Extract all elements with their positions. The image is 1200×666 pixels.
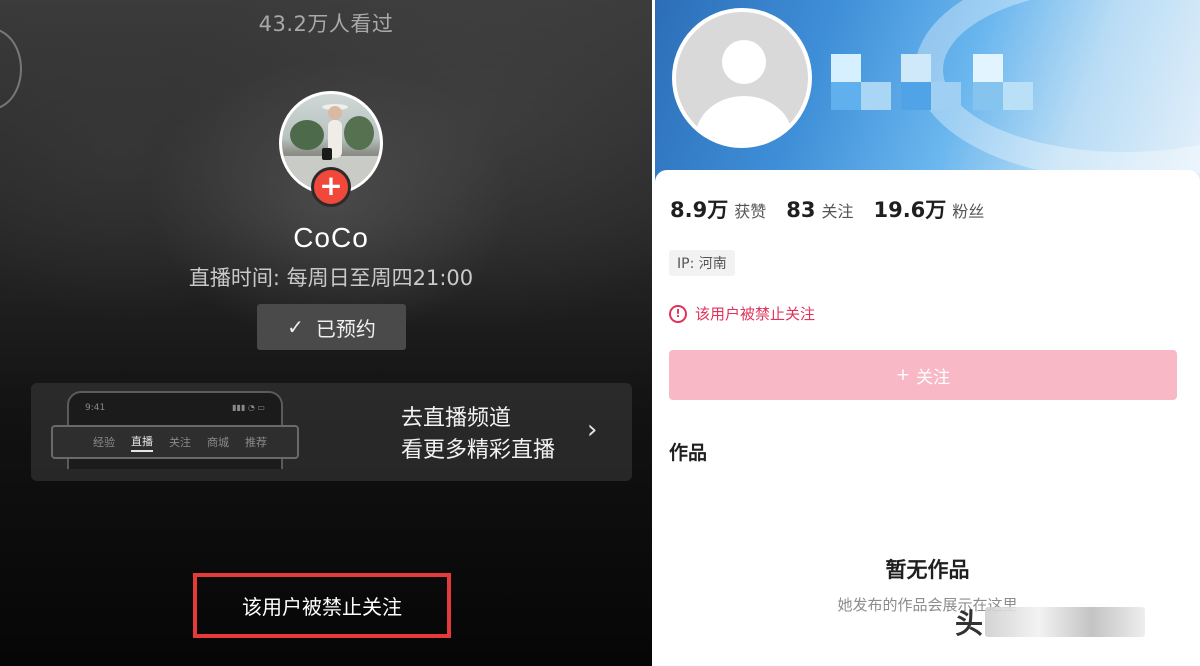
ban-notice-text: 该用户被禁止关注 (695, 305, 816, 323)
reserved-button[interactable]: ✓ 已预约 (257, 304, 406, 350)
phone-tab-bar: 经验 直播 关注 商城 推荐 (51, 425, 299, 459)
viewer-count: 43.2万人看过 (258, 12, 394, 36)
follow-plus-icon[interactable]: + (311, 167, 351, 207)
empty-works-title: 暂无作品 (885, 558, 970, 582)
watermark-blurred-logo (985, 607, 1146, 637)
channel-line-2: 看更多精彩直播 (401, 438, 556, 463)
default-avatar-icon[interactable] (672, 8, 812, 148)
live-schedule: 直播时间: 每周日至周四21:00 (188, 266, 474, 290)
signal-icon: ▮▮▮ ◔ ▭ (232, 403, 265, 412)
channel-promo-text: 去直播频道 看更多精彩直播 (401, 403, 555, 467)
phone-tab: 推荐 (245, 436, 267, 449)
watermark-text: 头 (955, 607, 984, 640)
ip-location-tag: IP: 河南 (669, 250, 735, 276)
phone-time: 9:41 (85, 403, 106, 413)
live-channel-card[interactable]: 9:41 ▮▮▮ ◔ ▭ 经验 直播 关注 商城 推荐 去直播频道 看更多精彩直… (31, 383, 632, 481)
chevron-right-icon[interactable]: › (587, 415, 597, 445)
phone-tab: 经验 (93, 436, 115, 449)
ban-notice: ! 该用户被禁止关注 (669, 303, 815, 324)
profile-panel: 8.9万 获赞 83 关注 19.6万 粉丝 IP: 河南 ! 该用户被禁止关注 + … (655, 0, 1200, 666)
channel-line-1: 去直播频道 (401, 406, 512, 431)
edge-decoration (0, 28, 22, 110)
works-section-title: 作品 (669, 442, 708, 464)
check-icon: ✓ (287, 315, 304, 339)
stat-followers[interactable]: 19.6万 粉丝 (873, 194, 984, 224)
profile-content: 8.9万 获赞 83 关注 19.6万 粉丝 IP: 河南 ! 该用户被禁止关注 + … (655, 170, 1200, 666)
plus-icon: + (895, 365, 911, 385)
watermark: 头 (955, 602, 1146, 642)
stat-likes[interactable]: 8.9万 获赞 (670, 194, 766, 224)
stat-following[interactable]: 83 关注 (786, 198, 853, 222)
phone-tab: 商城 (207, 436, 229, 449)
phone-tab-active: 直播 (131, 433, 153, 452)
live-room-panel: 43.2万人看过 + CoCo 直播时间: 每周日至周四21:00 ✓ 已预约 … (0, 0, 652, 666)
banned-follow-message: 该用户被禁止关注 (193, 573, 451, 638)
streamer-name: CoCo (293, 222, 369, 253)
phone-tab: 关注 (169, 436, 191, 449)
profile-stats: 8.9万 获赞 83 关注 19.6万 粉丝 (670, 194, 984, 224)
blurred-username (831, 54, 1033, 110)
warning-icon: ! (669, 304, 687, 323)
reserved-label: 已预约 (315, 316, 376, 341)
follow-button[interactable]: + 关注 (669, 350, 1177, 400)
follow-label: 关注 (916, 367, 951, 388)
